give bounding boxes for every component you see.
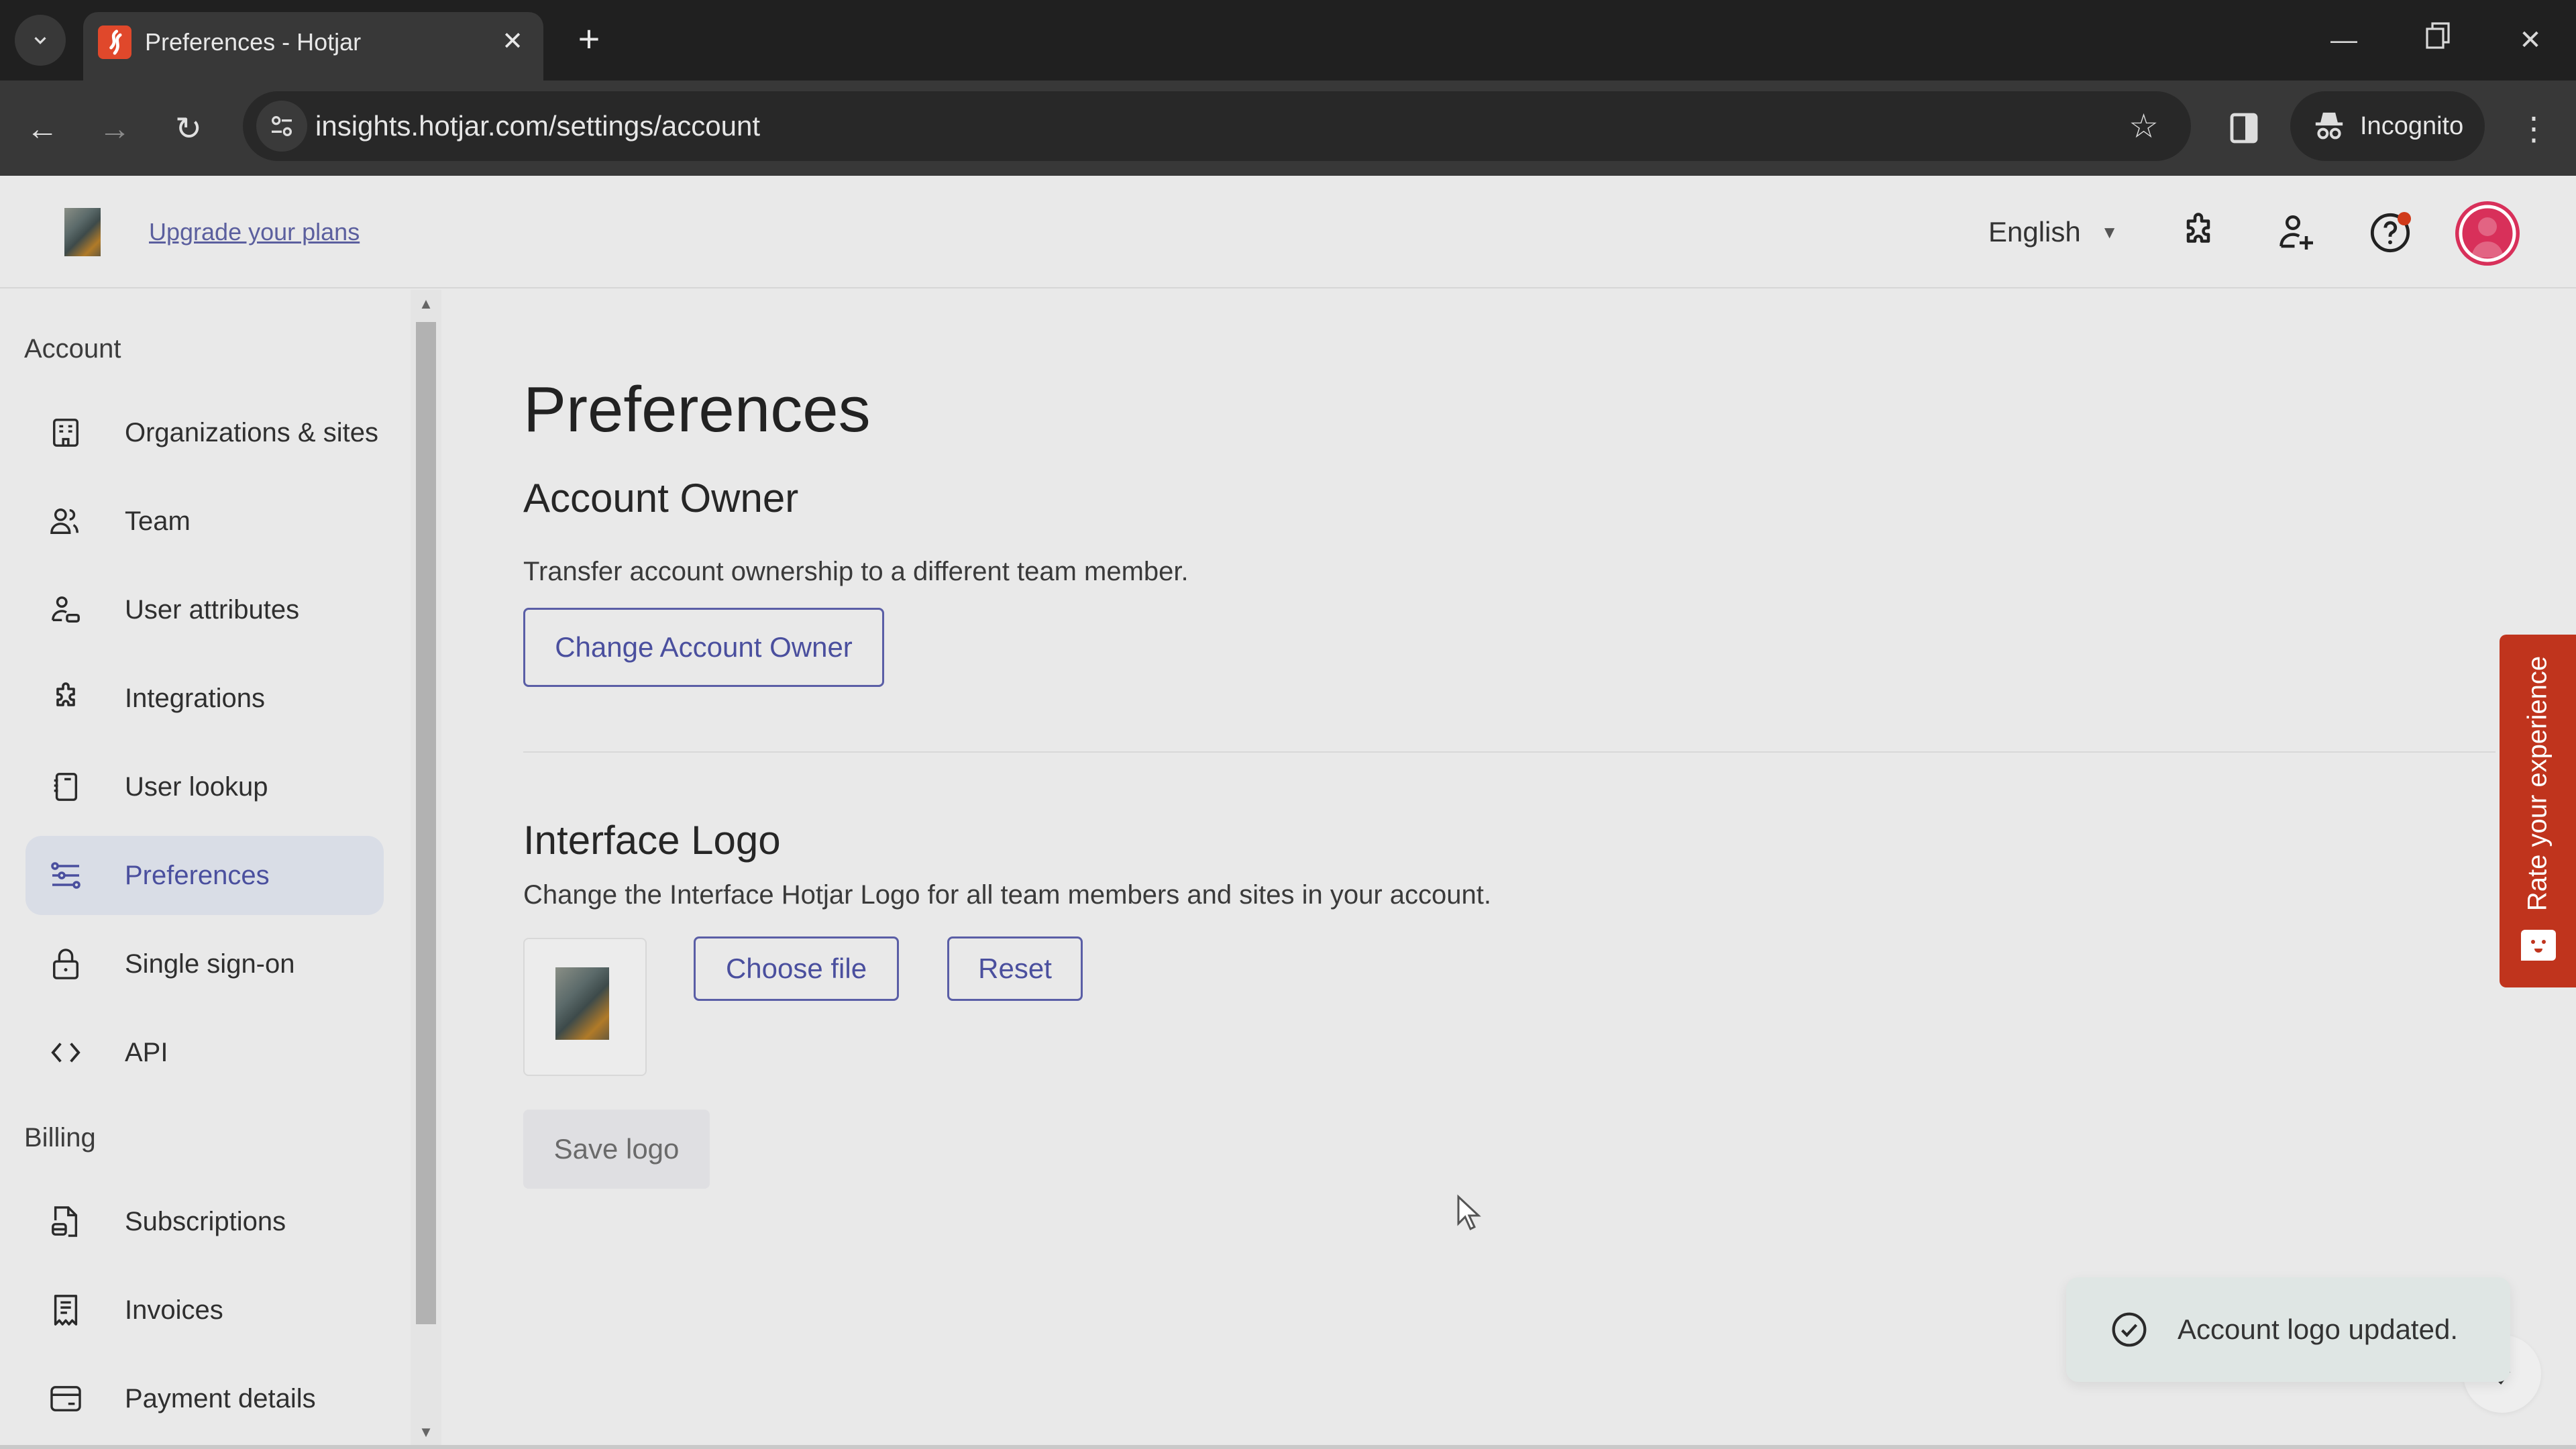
sidebar-item-user-attributes[interactable]: User attributes (25, 570, 384, 649)
sidebar-item-label: User lookup (125, 771, 268, 802)
caret-down-icon: ▼ (2100, 222, 2118, 242)
sidebar-item-invoices[interactable]: Invoices (25, 1271, 384, 1350)
building-icon (47, 414, 85, 451)
sidebar-scrollbar-thumb[interactable] (416, 322, 436, 1324)
rate-experience-label: Rate your experience (2522, 655, 2553, 912)
sidebar-section-account: Account (24, 334, 121, 364)
incognito-label: Incognito (2360, 111, 2464, 140)
bottom-edge (0, 1445, 2576, 1449)
sidebar-item-label: Integrations (125, 683, 266, 713)
logo-preview-image (555, 967, 609, 1040)
settings-sidebar: Account Organizations & sites Team User … (0, 290, 411, 1449)
rate-experience-tab[interactable]: Rate your experience (2500, 635, 2576, 987)
incognito-badge[interactable]: Incognito (2290, 91, 2485, 161)
account-logo[interactable] (64, 208, 101, 256)
restore-icon[interactable] (2411, 20, 2465, 60)
team-icon (47, 502, 85, 540)
upgrade-plans-link[interactable]: Upgrade your plans (149, 176, 360, 288)
main-content: Preferences Account Owner Transfer accou… (443, 290, 2576, 1449)
smiley-feedback-icon (2521, 930, 2556, 961)
sidebar-item-label: Single sign-on (125, 949, 295, 979)
account-owner-title: Account Owner (523, 476, 799, 521)
tab-title: Preferences - Hotjar (145, 28, 362, 56)
tab-search-button[interactable] (15, 15, 66, 66)
mouse-cursor-icon (1457, 1194, 1481, 1231)
notebook-icon (47, 768, 85, 806)
site-info-icon[interactable] (256, 101, 307, 152)
window-close-icon[interactable]: ✕ (2504, 20, 2557, 60)
notification-dot (2398, 212, 2411, 225)
forward-arrow-icon[interactable]: → (93, 107, 137, 152)
browser-tab-active[interactable]: Preferences - Hotjar ✕ (83, 12, 543, 80)
success-toast: Account logo updated. (2066, 1277, 2510, 1382)
reset-logo-button[interactable]: Reset (947, 936, 1083, 1001)
scroll-down-arrow-icon[interactable]: ▼ (411, 1424, 441, 1441)
hotjar-favicon-icon (98, 25, 131, 59)
section-divider (523, 751, 2496, 753)
check-circle-icon (2112, 1312, 2147, 1347)
sidebar-item-team[interactable]: Team (25, 482, 384, 561)
minimize-icon[interactable]: — (2317, 20, 2371, 60)
sidebar-item-single-sign-on[interactable]: Single sign-on (25, 924, 384, 1004)
sidebar-item-label: Team (125, 506, 191, 536)
sidebar-item-subscriptions[interactable]: Subscriptions (25, 1182, 384, 1261)
sidebar-item-integrations[interactable]: Integrations (25, 659, 384, 738)
subscription-icon (47, 1203, 85, 1240)
page-title: Preferences (523, 374, 871, 445)
address-bar[interactable]: insights.hotjar.com/settings/account ☆ (243, 91, 2191, 161)
bookmark-star-icon[interactable]: ☆ (2129, 91, 2159, 161)
sidebar-item-payment-details[interactable]: Payment details (25, 1359, 384, 1438)
sidebar-scrollbar[interactable]: ▲ ▼ (411, 290, 441, 1449)
interface-logo-description: Change the Interface Hotjar Logo for all… (523, 880, 1491, 910)
change-account-owner-button[interactable]: Change Account Owner (523, 608, 884, 687)
browser-menu-icon[interactable]: ⋮ (2517, 107, 2551, 152)
side-panel-icon[interactable] (2223, 107, 2265, 149)
sidebar-item-label: Payment details (125, 1383, 316, 1413)
language-value: English (1988, 216, 2081, 248)
lock-icon (47, 945, 85, 983)
sidebar-item-label: Subscriptions (125, 1206, 286, 1236)
sliders-icon (47, 857, 85, 894)
url-text[interactable]: insights.hotjar.com/settings/account (315, 91, 760, 161)
user-attributes-icon (47, 591, 85, 629)
sidebar-section-billing: Billing (24, 1123, 96, 1152)
sidebar-item-user-lookup[interactable]: User lookup (25, 747, 384, 826)
app-header: Upgrade your plans English ▼ (0, 176, 2576, 288)
browser-tabstrip: Preferences - Hotjar ✕ + — ✕ (0, 0, 2576, 80)
logo-preview (523, 938, 647, 1076)
credit-card-icon (47, 1380, 85, 1417)
new-tab-button[interactable]: + (570, 20, 608, 58)
sidebar-item-label: Organizations & sites (125, 417, 378, 447)
browser-toolbar: ← → ↻ insights.hotjar.com/settings/accou… (0, 80, 2576, 176)
language-selector[interactable]: English ▼ (1988, 176, 2118, 288)
sidebar-item-label: User attributes (125, 594, 300, 625)
scroll-up-arrow-icon[interactable]: ▲ (411, 295, 441, 313)
sidebar-item-preferences[interactable]: Preferences (25, 836, 384, 915)
sidebar-item-label: Invoices (125, 1295, 223, 1325)
interface-logo-title: Interface Logo (523, 818, 781, 863)
sidebar-item-label: Preferences (125, 860, 270, 890)
sidebar-item-label: API (125, 1037, 168, 1067)
save-logo-button[interactable]: Save logo (523, 1110, 710, 1189)
reload-icon[interactable]: ↻ (166, 107, 211, 152)
integrations-puzzle-icon[interactable] (2175, 209, 2222, 256)
help-icon[interactable] (2367, 209, 2414, 256)
puzzle-icon (47, 680, 85, 717)
incognito-icon (2315, 112, 2343, 140)
user-avatar[interactable] (2455, 201, 2520, 266)
toast-message: Account logo updated. (2178, 1313, 2458, 1345)
account-owner-description: Transfer account ownership to a differen… (523, 557, 1189, 586)
invite-user-icon[interactable] (2273, 209, 2320, 256)
chevron-down-icon (34, 37, 46, 44)
sidebar-item-organizations-sites[interactable]: Organizations & sites (25, 393, 384, 472)
back-arrow-icon[interactable]: ← (20, 107, 64, 152)
receipt-icon (47, 1291, 85, 1329)
sidebar-item-api[interactable]: API (25, 1013, 384, 1092)
choose-file-button[interactable]: Choose file (694, 936, 899, 1001)
code-icon (47, 1034, 85, 1071)
tab-close-icon[interactable]: ✕ (498, 27, 527, 56)
